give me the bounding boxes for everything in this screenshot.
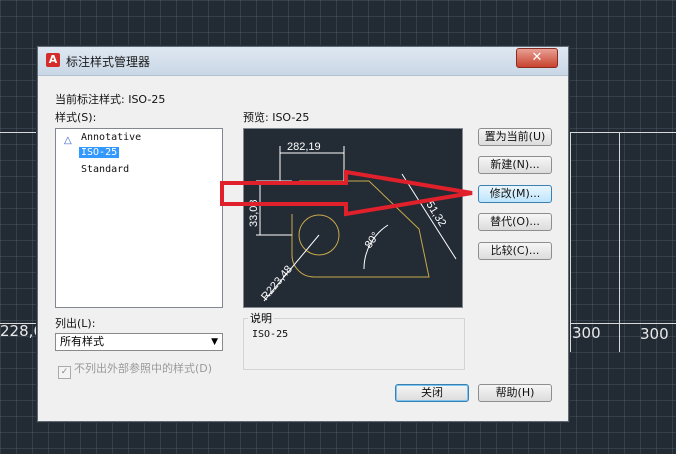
styles-label: 样式(S): xyxy=(55,111,97,124)
preview-dim-left: 33,08 xyxy=(248,199,260,227)
override-style-button[interactable]: 替代(O)... xyxy=(478,213,552,231)
list-item[interactable]: ISO-25 xyxy=(79,147,120,158)
description-label: 说明 xyxy=(248,310,274,326)
chevron-down-icon: ▼ xyxy=(211,337,218,347)
description-group xyxy=(243,318,465,370)
set-current-button[interactable]: 置为当前(U) xyxy=(478,128,552,146)
preview-dim-radius: R223,48 xyxy=(259,263,295,303)
list-filter-select[interactable]: 所有样式 ▼ xyxy=(55,333,223,351)
autocad-logo-icon: A xyxy=(46,53,60,67)
description-value: ISO-25 xyxy=(252,329,289,340)
modify-style-button[interactable]: 修改(M)... xyxy=(478,185,552,203)
preview-dim-angle: 80° xyxy=(363,230,382,251)
dimension-style-manager-dialog: A 标注样式管理器 ✕ 当前标注样式: ISO-25 样式(S): △ Anno… xyxy=(37,46,569,422)
list-item[interactable]: Standard xyxy=(81,164,129,175)
cad-line-vertical xyxy=(619,132,620,352)
preview-label: 预览: ISO-25 xyxy=(243,111,310,124)
close-window-button[interactable]: ✕ xyxy=(516,48,558,68)
close-button[interactable]: 关闭 xyxy=(395,384,469,402)
cad-line-vertical xyxy=(570,132,571,352)
title-bar[interactable]: A 标注样式管理器 ✕ xyxy=(38,47,568,76)
style-preview: 282,19 33,08 51,32 80° R223,48 xyxy=(243,128,463,308)
help-button[interactable]: 帮助(H) xyxy=(478,384,552,402)
exclude-xref-checkbox[interactable]: ✓ 不列出外部参照中的样式(D) xyxy=(58,360,212,379)
styles-list[interactable]: △ Annotative ISO-25 Standard xyxy=(55,128,223,308)
list-item[interactable]: Annotative xyxy=(81,132,141,143)
cad-dimension-text: 300 xyxy=(572,324,601,342)
list-filter-value: 所有样式 xyxy=(60,335,104,348)
compare-styles-button[interactable]: 比较(C)... xyxy=(478,242,552,260)
checkbox-icon: ✓ xyxy=(58,366,71,379)
preview-dim-top: 282,19 xyxy=(287,141,321,153)
current-style-label: 当前标注样式: ISO-25 xyxy=(55,93,166,106)
dialog-title: 标注样式管理器 xyxy=(66,55,151,69)
new-style-button[interactable]: 新建(N)... xyxy=(478,156,552,174)
annotative-icon: △ xyxy=(64,135,72,146)
list-filter-label: 列出(L): xyxy=(55,317,96,330)
cad-dimension-text: 300 xyxy=(640,325,669,343)
preview-drawing: 282,19 33,08 51,32 80° R223,48 xyxy=(248,141,457,303)
exclude-xref-label: 不列出外部参照中的样式(D) xyxy=(74,362,213,375)
